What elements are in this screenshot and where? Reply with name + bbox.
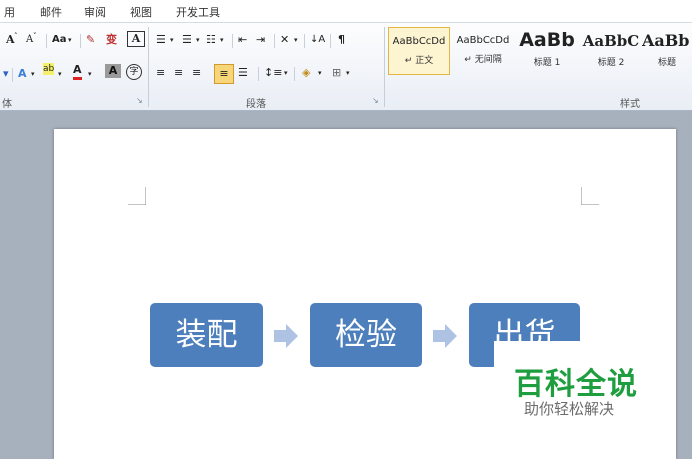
- text-effect-button[interactable]: A: [18, 65, 27, 83]
- menu-bar: 用 邮件 审阅 视图 开发工具: [0, 0, 692, 23]
- process-step-box[interactable]: 装配: [150, 303, 263, 367]
- font-group-label: 体: [2, 99, 12, 110]
- divider: [304, 34, 305, 48]
- group-separator: [384, 27, 385, 107]
- arrow-right-icon: [274, 324, 298, 348]
- bullets-icon[interactable]: ☰: [156, 31, 166, 49]
- show-marks-icon[interactable]: ¶: [338, 31, 345, 49]
- change-case-button[interactable]: Aa: [52, 31, 67, 49]
- style-heading-2[interactable]: AaBbC 标题 2: [580, 27, 642, 75]
- enclose-char-button[interactable]: 字: [126, 64, 142, 80]
- style-name: 标题: [657, 58, 676, 68]
- line-spacing-icon[interactable]: ↕≡: [264, 64, 282, 82]
- menu-tab-mailings[interactable]: 邮件: [40, 4, 62, 20]
- font-dialog-launcher-icon[interactable]: ↘: [136, 96, 143, 105]
- watermark-title: 百科全说: [514, 367, 638, 402]
- multilevel-dropdown-icon[interactable]: ▾: [220, 31, 224, 49]
- align-left-icon[interactable]: ≡: [156, 64, 165, 82]
- font-color-dropdown-icon[interactable]: ▾: [88, 65, 92, 83]
- multilevel-list-icon[interactable]: ☷: [206, 31, 216, 49]
- increase-indent-icon[interactable]: ⇥: [256, 31, 265, 49]
- watermark: 百科全说 助你轻松解决: [494, 341, 646, 427]
- justify-icon[interactable]: ≡: [214, 64, 234, 84]
- process-step-box[interactable]: 检验: [310, 303, 422, 367]
- char-shading-button[interactable]: A: [105, 64, 121, 78]
- divider: [12, 68, 13, 82]
- margin-corner-top-left: [128, 187, 146, 205]
- divider: [80, 34, 81, 48]
- grow-font-caret-icon: ˄: [14, 32, 18, 40]
- style-sample: AaBbCcDd: [456, 35, 510, 46]
- divider: [330, 34, 331, 48]
- menu-tab-review[interactable]: 审阅: [84, 4, 106, 20]
- align-center-icon[interactable]: ≡: [174, 64, 183, 82]
- ribbon: A ˄ A ˅ Aa ▾ ✎ 变 A ▾ A ▾ ab ▾ A ▾ A 字 体 …: [0, 23, 692, 111]
- char-border-button[interactable]: A: [127, 31, 145, 47]
- styles-group-label: 样式: [620, 99, 640, 110]
- styles-gallery: AaBbCcDd ↵ 正文 AaBbCcDd ↵ 无间隔 AaBb 标题 1 A…: [388, 27, 692, 77]
- phonetic-guide-button[interactable]: 变: [106, 31, 117, 49]
- change-case-dropdown-icon[interactable]: ▾: [68, 31, 72, 49]
- menu-tab-developer[interactable]: 开发工具: [176, 4, 220, 20]
- chinese-layout-dropdown-icon[interactable]: ▾: [294, 31, 298, 49]
- style-sample: AaBb: [519, 29, 575, 51]
- shrink-font-caret-icon: ˅: [33, 32, 37, 40]
- menu-tab-view[interactable]: 视图: [130, 4, 152, 20]
- clear-format-button[interactable]: ✎: [86, 31, 95, 49]
- align-right-icon[interactable]: ≡: [192, 64, 201, 82]
- numbering-icon[interactable]: ☰: [182, 31, 192, 49]
- style-sample: AaBbC: [582, 32, 640, 50]
- divider: [294, 67, 295, 81]
- sort-icon[interactable]: ↓A: [310, 31, 325, 49]
- decrease-indent-icon[interactable]: ⇤: [238, 31, 247, 49]
- line-spacing-dropdown-icon[interactable]: ▾: [284, 64, 288, 82]
- distributed-icon[interactable]: ☰: [238, 64, 248, 82]
- text-effect-dropdown-icon[interactable]: ▾: [31, 65, 35, 83]
- style-sample: AaBb: [642, 31, 690, 50]
- style-name: ↵ 无间隔: [464, 55, 502, 65]
- chinese-layout-icon[interactable]: ✕: [280, 31, 289, 49]
- paragraph-dialog-launcher-icon[interactable]: ↘: [372, 96, 379, 105]
- style-name: 标题 2: [597, 58, 625, 68]
- menu-tab-ref[interactable]: 用: [4, 4, 15, 20]
- numbering-dropdown-icon[interactable]: ▾: [196, 31, 200, 49]
- style-name: ↵ 正文: [404, 56, 434, 66]
- watermark-subtitle: 助你轻松解决: [524, 400, 615, 418]
- style-title[interactable]: AaBb 标题: [642, 27, 692, 75]
- borders-dropdown-icon[interactable]: ▾: [346, 64, 350, 82]
- divider: [232, 34, 233, 48]
- divider: [258, 67, 259, 81]
- shading-icon[interactable]: ◈: [302, 64, 310, 82]
- shading-dropdown-icon[interactable]: ▾: [318, 64, 322, 82]
- style-sample: AaBbCcDd: [392, 36, 446, 47]
- highlight-button[interactable]: ab: [43, 63, 55, 75]
- style-no-spacing[interactable]: AaBbCcDd ↵ 无间隔: [452, 27, 514, 75]
- style-name: 标题 1: [533, 58, 561, 68]
- borders-icon[interactable]: ⊞: [332, 64, 341, 82]
- arrow-right-icon: [433, 324, 457, 348]
- bullets-dropdown-icon[interactable]: ▾: [170, 31, 174, 49]
- style-normal[interactable]: AaBbCcDd ↵ 正文: [388, 27, 450, 75]
- divider: [274, 34, 275, 48]
- highlight-dropdown-icon[interactable]: ▾: [58, 65, 62, 83]
- group-separator: [148, 27, 149, 107]
- margin-corner-top-right: [581, 187, 599, 205]
- style-heading-1[interactable]: AaBb 标题 1: [516, 27, 578, 75]
- font-dropdown-icon[interactable]: ▾: [3, 65, 9, 83]
- divider: [46, 34, 47, 48]
- paragraph-group-label: 段落: [246, 99, 266, 110]
- font-color-button[interactable]: A: [73, 63, 82, 80]
